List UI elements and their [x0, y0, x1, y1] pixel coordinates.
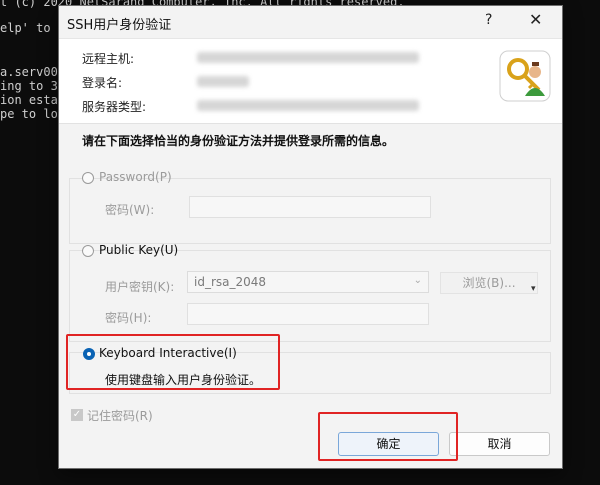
ssh-auth-dialog: SSH用户身份验证 ? ✕ 远程主机: 登录名: 服务器类型: 请在下面选择恰当… [58, 5, 563, 469]
remember-password-checkbox[interactable]: ✓ [71, 409, 83, 421]
chevron-down-icon: ⌄ [413, 275, 422, 286]
keyboard-interactive-highlight [66, 334, 280, 390]
remember-password-label[interactable]: 记住密码(R) [87, 407, 153, 424]
publickey-radio[interactable] [82, 245, 94, 257]
info-separator [59, 123, 562, 124]
server-type-value-redacted [197, 100, 419, 111]
browse-button[interactable]: 浏览(B)... [440, 272, 538, 294]
remote-host-value-redacted [197, 52, 419, 63]
dialog-title: SSH用户身份验证 [67, 18, 172, 33]
key-user-icon [499, 50, 551, 102]
browse-button-label: 浏览(B)... [462, 276, 516, 290]
user-key-value: id_rsa_2048 [194, 275, 267, 289]
dialog-titlebar[interactable]: SSH用户身份验证 ? ✕ [59, 6, 562, 39]
connection-info-panel: 远程主机: 登录名: 服务器类型: [59, 39, 562, 123]
ok-button-highlight [318, 412, 458, 461]
help-icon[interactable]: ? [485, 12, 492, 28]
password-field-label: 密码(W): [105, 203, 155, 217]
key-password-input[interactable] [187, 303, 429, 325]
user-key-select[interactable]: id_rsa_2048 ⌄ [187, 271, 429, 293]
server-type-label: 服务器类型: [82, 100, 147, 114]
password-input[interactable] [189, 196, 431, 218]
login-name-value-redacted [197, 76, 249, 87]
key-password-label: 密码(H): [105, 311, 152, 325]
remote-host-label: 远程主机: [82, 52, 135, 66]
caret-down-icon: ▾ [531, 284, 536, 294]
close-icon[interactable]: ✕ [529, 10, 542, 29]
publickey-group [69, 250, 551, 342]
cancel-button-label: 取消 [487, 437, 512, 451]
publickey-radio-label[interactable]: Public Key(U) [99, 243, 178, 257]
login-name-label: 登录名: [82, 76, 123, 90]
cancel-button[interactable]: 取消 [449, 432, 550, 456]
user-key-label: 用户密钥(K): [105, 280, 175, 294]
password-radio-label[interactable]: Password(P) [99, 170, 172, 184]
password-radio[interactable] [82, 172, 94, 184]
auth-instruction: 请在下面选择恰当的身份验证方法并提供登录所需的信息。 [82, 134, 395, 148]
